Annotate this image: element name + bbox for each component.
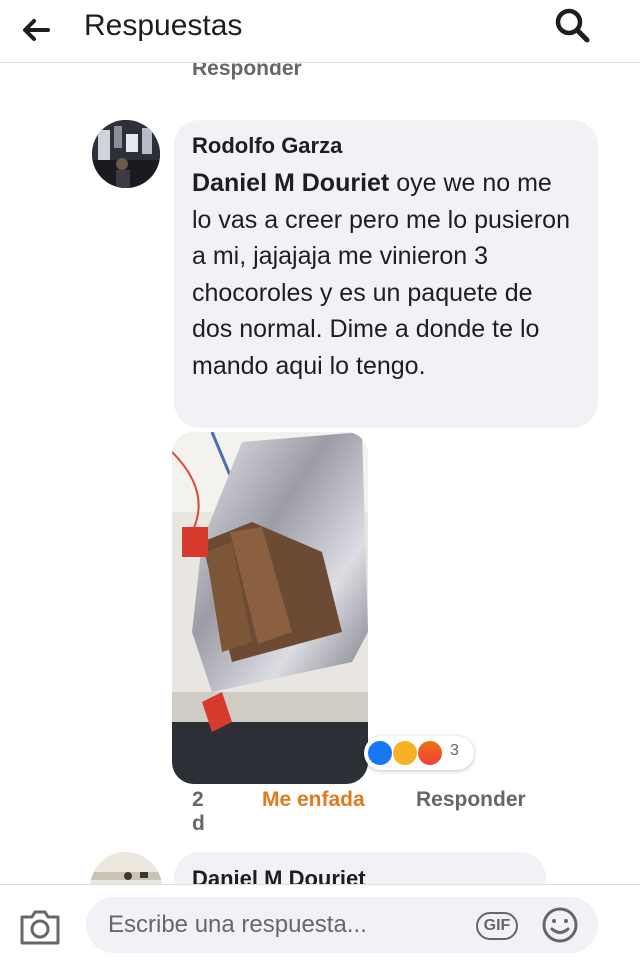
reaction-count: 3 — [450, 742, 459, 759]
page-title: Respuestas — [84, 9, 243, 42]
top-bar: Respuestas — [0, 0, 640, 63]
comment-author[interactable]: Rodolfo Garza — [192, 130, 578, 162]
react-button[interactable]: Me enfada — [262, 788, 365, 812]
like-icon — [368, 741, 392, 765]
emoji-icon[interactable] — [540, 905, 580, 945]
camera-icon[interactable] — [18, 907, 62, 947]
haha-icon — [393, 741, 417, 765]
search-icon[interactable] — [552, 5, 592, 45]
avatar-photo — [92, 120, 160, 188]
angry-icon — [418, 741, 442, 765]
reply-input[interactable] — [86, 897, 598, 953]
comment-timestamp[interactable]: 2 d — [192, 788, 205, 836]
gif-icon[interactable]: GIF — [476, 912, 518, 940]
comment-bubble: Rodolfo Garza Daniel M Douriet oye we no… — [174, 120, 598, 428]
reply-button[interactable]: Responder — [416, 788, 526, 812]
reply-composer: GIF — [0, 884, 640, 962]
comment-photo[interactable] — [172, 432, 368, 784]
avatar[interactable] — [92, 120, 160, 188]
mention-link[interactable]: Daniel M Douriet — [192, 169, 389, 197]
reactions-summary[interactable]: 3 — [364, 736, 474, 770]
comment-body: oye we no me lo vas a creer pero me lo p… — [192, 169, 570, 380]
comment-text: Daniel M Douriet oye we no me lo vas a c… — [192, 165, 578, 384]
back-arrow-icon[interactable] — [18, 12, 54, 48]
chocolate-photo — [172, 432, 368, 784]
